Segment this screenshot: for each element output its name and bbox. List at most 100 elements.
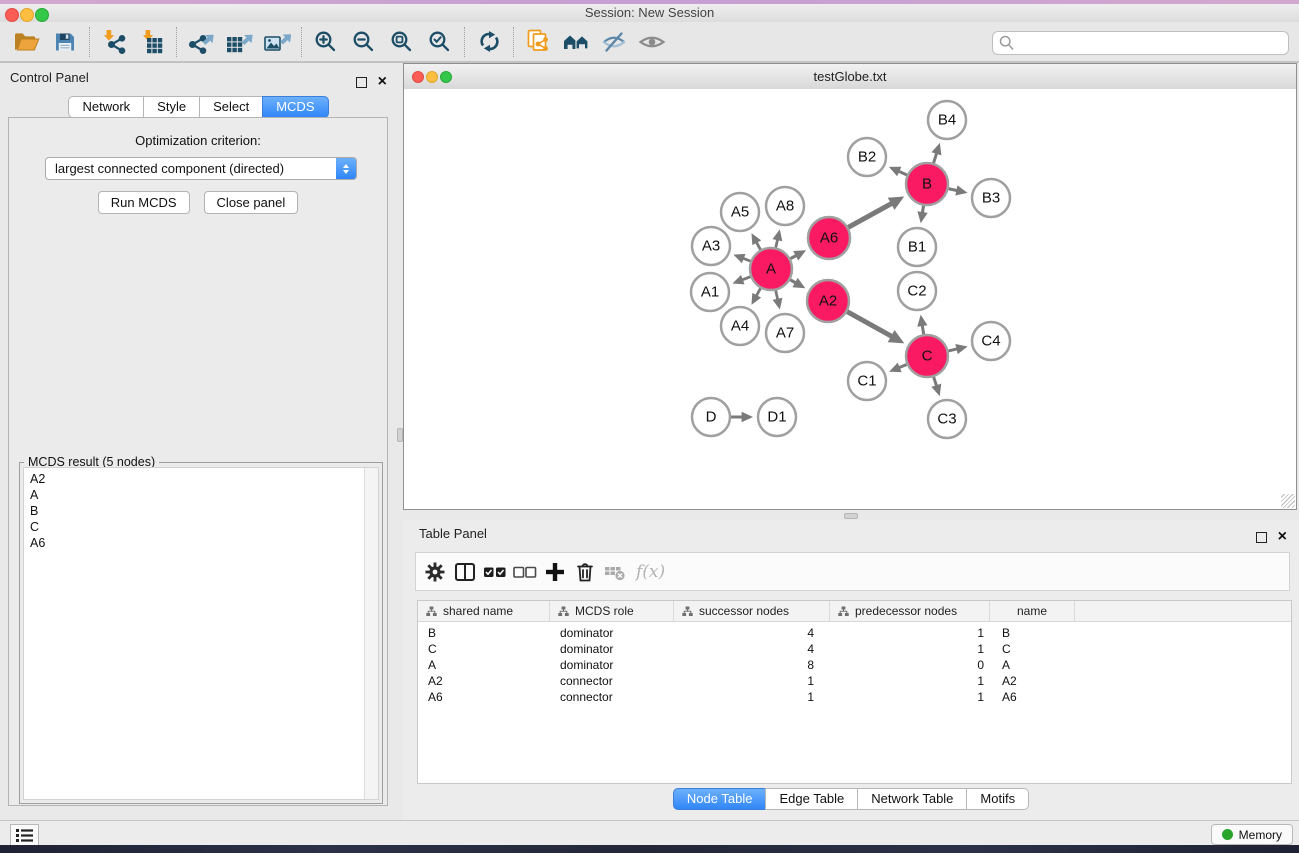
network-edge[interactable] bbox=[776, 239, 778, 248]
zoom-network-button[interactable] bbox=[440, 71, 452, 83]
import-network-icon bbox=[101, 30, 127, 54]
network-edge[interactable] bbox=[899, 364, 908, 368]
tab-network[interactable]: Network bbox=[68, 96, 144, 118]
apply-layout-button[interactable] bbox=[470, 25, 508, 59]
delete-table-button[interactable] bbox=[602, 559, 628, 585]
table-cell: A bbox=[990, 657, 1075, 673]
table-cell: 1 bbox=[674, 689, 830, 705]
window-resize-grip[interactable] bbox=[1281, 494, 1295, 508]
mcds-result-item[interactable]: B bbox=[24, 503, 378, 519]
network-edge[interactable] bbox=[846, 311, 892, 336]
column-header-predecessor-nodes[interactable]: predecessor nodes bbox=[830, 601, 990, 621]
close-panel-button[interactable]: Close panel bbox=[204, 191, 299, 214]
table-row[interactable]: Bdominator41B bbox=[418, 625, 1291, 641]
export-image-button[interactable] bbox=[258, 25, 296, 59]
table-panel-title: Table Panel bbox=[419, 526, 487, 541]
zoom-selected-button[interactable] bbox=[421, 25, 459, 59]
new-network-from-selection-button[interactable] bbox=[519, 25, 557, 59]
zoom-out-button[interactable] bbox=[345, 25, 383, 59]
table-cell: 1 bbox=[830, 625, 990, 641]
open-session-button[interactable] bbox=[8, 25, 46, 59]
float-panel-icon[interactable] bbox=[1256, 532, 1267, 543]
search-input[interactable] bbox=[1019, 33, 1283, 53]
run-mcds-button[interactable]: Run MCDS bbox=[98, 191, 190, 214]
tab-style[interactable]: Style bbox=[143, 96, 200, 118]
table-settings-button[interactable] bbox=[422, 559, 448, 585]
network-edge[interactable] bbox=[756, 287, 761, 296]
tab-mcds[interactable]: MCDS bbox=[262, 96, 328, 118]
network-edge[interactable] bbox=[948, 188, 958, 190]
mcds-panel: Optimization criterion: largest connecte… bbox=[8, 117, 388, 806]
table-row[interactable]: A6connector11A6 bbox=[418, 689, 1291, 705]
mcds-result-item[interactable]: A6 bbox=[24, 535, 378, 551]
function-builder-button[interactable]: f(x) bbox=[632, 562, 665, 582]
table-cell: 1 bbox=[830, 673, 990, 689]
tab-edge-table[interactable]: Edge Table bbox=[765, 788, 858, 810]
zoom-window-button[interactable] bbox=[35, 8, 49, 22]
hide-selected-button[interactable] bbox=[595, 25, 633, 59]
import-table-button[interactable] bbox=[133, 25, 171, 59]
table-cell: A bbox=[418, 657, 550, 673]
mcds-result-item[interactable]: C bbox=[24, 519, 378, 535]
network-window-titlebar[interactable]: testGlobe.txt bbox=[404, 64, 1296, 90]
network-edge[interactable] bbox=[922, 325, 924, 335]
zoom-fit-button[interactable] bbox=[383, 25, 421, 59]
tab-node-table[interactable]: Node Table bbox=[673, 788, 767, 810]
close-panel-icon[interactable]: × bbox=[378, 75, 387, 89]
memory-label: Memory bbox=[1239, 828, 1282, 842]
zoom-in-icon bbox=[314, 30, 338, 54]
delete-columns-button[interactable] bbox=[572, 559, 598, 585]
network-edge[interactable] bbox=[847, 203, 892, 228]
horizontal-splitter[interactable] bbox=[403, 511, 1299, 520]
memory-button[interactable]: Memory bbox=[1211, 824, 1293, 845]
tab-network-table[interactable]: Network Table bbox=[857, 788, 967, 810]
export-table-button[interactable] bbox=[220, 25, 258, 59]
refresh-icon bbox=[478, 30, 501, 53]
network-edge[interactable] bbox=[898, 171, 907, 175]
create-column-button[interactable] bbox=[542, 559, 568, 585]
network-edge[interactable] bbox=[756, 242, 761, 251]
table-row[interactable]: Adominator80A bbox=[418, 657, 1291, 673]
network-edge[interactable] bbox=[775, 290, 777, 300]
splitter-handle[interactable] bbox=[844, 513, 858, 519]
close-window-button[interactable] bbox=[5, 8, 19, 22]
tab-motifs[interactable]: Motifs bbox=[966, 788, 1029, 810]
network-edge[interactable] bbox=[933, 153, 936, 164]
column-header-MCDS-role[interactable]: MCDS role bbox=[550, 601, 674, 621]
column-visibility-button[interactable] bbox=[452, 559, 478, 585]
table-row[interactable]: A2connector11A2 bbox=[418, 673, 1291, 689]
mcds-result-item[interactable]: A bbox=[24, 487, 378, 503]
minimize-network-button[interactable] bbox=[426, 71, 438, 83]
network-edge[interactable] bbox=[742, 276, 751, 280]
minimize-window-button[interactable] bbox=[20, 8, 34, 22]
select-all-rows-button[interactable] bbox=[482, 559, 508, 585]
network-edge[interactable] bbox=[933, 376, 936, 386]
network-canvas[interactable]: B4B2BB3A5A8A6A3B1AA1C2A2A4A7C4CC1C3DD1 bbox=[404, 89, 1296, 509]
node-label: A2 bbox=[819, 293, 837, 310]
save-session-button[interactable] bbox=[46, 25, 84, 59]
tab-select[interactable]: Select bbox=[199, 96, 263, 118]
result-list-scrollbar[interactable] bbox=[364, 468, 378, 799]
float-panel-icon[interactable] bbox=[356, 77, 367, 88]
column-header-name[interactable]: name bbox=[990, 601, 1075, 621]
column-header-shared-name[interactable]: shared name bbox=[418, 601, 550, 621]
mcds-result-item[interactable]: A2 bbox=[24, 471, 378, 487]
export-network-button[interactable] bbox=[182, 25, 220, 59]
table-row[interactable]: Cdominator41C bbox=[418, 641, 1291, 657]
mcds-result-list[interactable]: A2ABCA6 bbox=[23, 467, 379, 800]
checked-boxes-icon bbox=[483, 561, 507, 583]
new-network-document-icon bbox=[526, 29, 551, 54]
zoom-in-button[interactable] bbox=[307, 25, 345, 59]
task-history-button[interactable] bbox=[10, 824, 39, 846]
show-all-button[interactable] bbox=[633, 25, 671, 59]
close-network-button[interactable] bbox=[412, 71, 424, 83]
network-edge[interactable] bbox=[743, 258, 752, 261]
close-panel-icon[interactable]: × bbox=[1278, 530, 1287, 544]
import-network-button[interactable] bbox=[95, 25, 133, 59]
network-edge[interactable] bbox=[947, 349, 957, 351]
network-edge[interactable] bbox=[922, 205, 923, 213]
deselect-all-rows-button[interactable] bbox=[512, 559, 538, 585]
column-header-successor-nodes[interactable]: successor nodes bbox=[674, 601, 830, 621]
first-neighbors-button[interactable] bbox=[557, 25, 595, 59]
criterion-select[interactable]: largest connected component (directed) bbox=[45, 157, 357, 180]
